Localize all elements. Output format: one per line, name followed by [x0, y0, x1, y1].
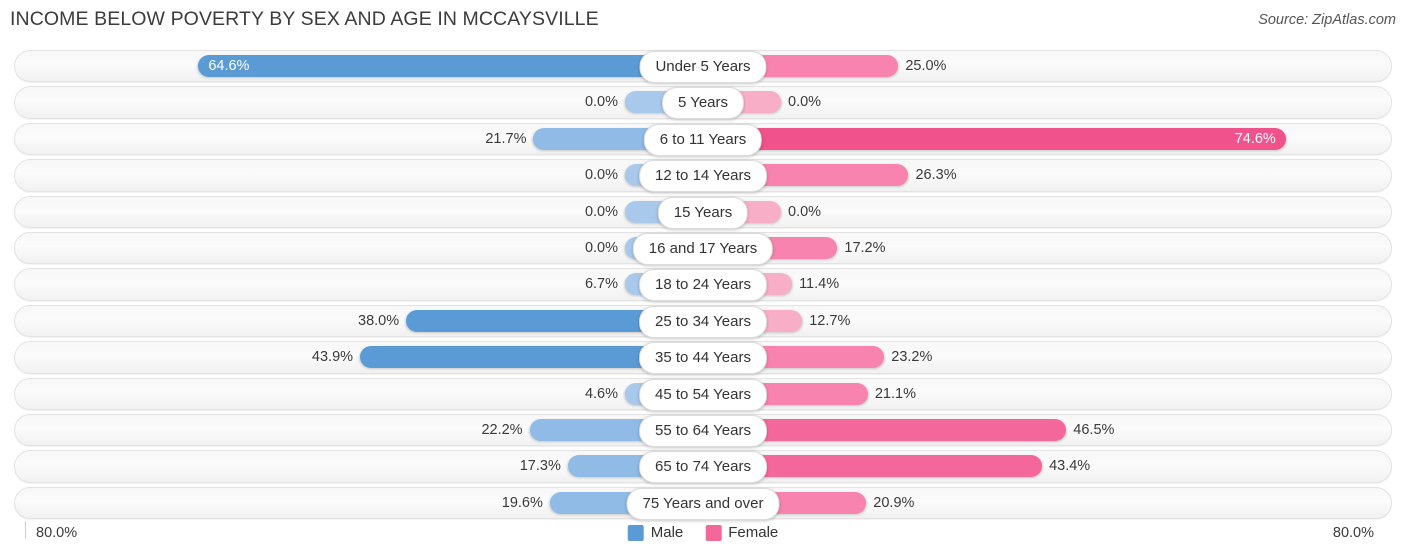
axis-tick-left	[25, 521, 26, 539]
female-bar-area: 43.4%	[703, 455, 1328, 478]
chart-footer: 80.0% Male Female 80.0%	[0, 521, 1406, 559]
chart-row: 22.2% 46.5% 55 to 64 Years	[0, 412, 1406, 448]
male-value-label: 4.6%	[584, 385, 618, 402]
male-bar-area: 0.0%	[78, 236, 703, 259]
female-bar-area: 25.0%	[703, 55, 1328, 77]
legend-label-female: Female	[728, 524, 779, 541]
chart-row: 21.7% 74.6% 6 to 11 Years	[0, 121, 1406, 157]
category-label-pill: 15 Years	[657, 196, 749, 229]
male-bar-area: 17.3%	[78, 455, 703, 478]
chart-row: 0.0% 0.0% 15 Years	[0, 194, 1406, 230]
legend-label-male: Male	[650, 524, 684, 541]
chart-row: 38.0% 12.7% 25 to 34 Years	[0, 303, 1406, 339]
female-bar[interactable]: 74.6%	[703, 127, 1286, 150]
category-label-pill: 65 to 74 Years	[639, 451, 767, 484]
chart-row: 17.3% 43.4% 65 to 74 Years	[0, 448, 1406, 484]
female-value-label: 43.4%	[1049, 458, 1091, 475]
female-bar-area: 21.1%	[703, 382, 1328, 405]
male-bar-area: 64.6%	[78, 55, 703, 77]
axis-label-right: 80.0%	[1332, 525, 1374, 541]
female-bar-area: 0.0%	[703, 200, 1328, 223]
male-value-label: 43.9%	[311, 349, 354, 366]
page-title: INCOME BELOW POVERTY BY SEX AND AGE IN M…	[10, 8, 599, 30]
chart-row: 0.0% 26.3% 12 to 14 Years	[0, 157, 1406, 193]
female-value-label: 20.9%	[873, 494, 915, 511]
chart-row: 0.0% 0.0% 5 Years	[0, 84, 1406, 120]
female-value-label: 26.3%	[915, 167, 957, 184]
category-label-pill: 18 to 24 Years	[639, 269, 767, 302]
female-value-label: 12.7%	[809, 312, 851, 329]
female-bar-area: 0.0%	[703, 91, 1328, 114]
category-label-pill: 16 and 17 Years	[632, 232, 774, 265]
category-label-pill: 55 to 64 Years	[639, 414, 767, 447]
male-bar-area: 0.0%	[78, 91, 703, 114]
male-bar-area: 21.7%	[78, 127, 703, 150]
male-bar[interactable]: 64.6%	[198, 55, 703, 77]
male-bar-area: 0.0%	[78, 200, 703, 223]
male-bar-area: 6.7%	[78, 273, 703, 296]
legend: Male Female	[627, 524, 778, 541]
category-label-pill: 75 Years and over	[626, 487, 780, 520]
female-bar-area: 23.2%	[703, 346, 1328, 369]
female-bar-area: 26.3%	[703, 164, 1328, 187]
male-bar-area: 38.0%	[78, 309, 703, 332]
male-value-label: 38.0%	[358, 312, 400, 329]
chart-row: 43.9% 23.2% 35 to 44 Years	[0, 339, 1406, 375]
legend-swatch-female-icon	[705, 524, 722, 541]
female-bar-area: 20.9%	[703, 491, 1328, 514]
female-value-label: 11.4%	[799, 276, 840, 293]
bar-rows: 64.6% 25.0% Under 5 Years 0.0% 0.0% 5 Years 21…	[0, 48, 1406, 521]
legend-item-male[interactable]: Male	[627, 524, 684, 541]
axis-label-left: 80.0%	[36, 525, 78, 541]
category-label-pill: 5 Years	[661, 87, 745, 120]
category-label-pill: 25 to 34 Years	[639, 305, 767, 338]
female-value-label: 21.1%	[874, 385, 916, 402]
male-value-label: 17.3%	[519, 458, 561, 475]
male-value-label: 0.0%	[584, 203, 618, 220]
female-value-label: 46.5%	[1073, 421, 1115, 438]
chart-header: INCOME BELOW POVERTY BY SEX AND AGE IN M…	[0, 0, 1406, 44]
male-value-label: 0.0%	[584, 239, 618, 256]
female-bar-area: 12.7%	[703, 309, 1328, 332]
source-attribution: Source: ZipAtlas.com	[1258, 12, 1396, 28]
male-bar-area: 4.6%	[78, 382, 703, 405]
female-bar-area: 46.5%	[703, 418, 1328, 441]
legend-swatch-male-icon	[627, 524, 644, 541]
category-label-pill: 35 to 44 Years	[639, 342, 767, 375]
chart-row: 19.6% 20.9% 75 Years and over	[0, 485, 1406, 521]
male-bar-area: 22.2%	[78, 418, 703, 441]
female-bar-area: 74.6%	[703, 127, 1328, 150]
female-value-label: 23.2%	[891, 349, 933, 366]
chart-row: 4.6% 21.1% 45 to 54 Years	[0, 376, 1406, 412]
male-value-label: 19.6%	[501, 494, 543, 511]
male-bar-area: 19.6%	[78, 491, 703, 514]
female-bar-area: 17.2%	[703, 236, 1328, 259]
female-value-label: 17.2%	[844, 239, 886, 256]
male-value-label: 0.0%	[584, 167, 618, 184]
female-value-label: 25.0%	[905, 58, 947, 74]
category-label-pill: 45 to 54 Years	[639, 378, 767, 411]
male-value-label: 64.6%	[208, 58, 250, 74]
male-value-label: 6.7%	[584, 276, 618, 293]
female-bar-area: 11.4%	[703, 273, 1328, 296]
male-bar-area: 0.0%	[78, 164, 703, 187]
male-value-label: 21.7%	[485, 130, 527, 147]
female-value-label: 0.0%	[788, 203, 822, 220]
male-value-label: 22.2%	[481, 421, 523, 438]
category-label-pill: Under 5 Years	[639, 51, 767, 83]
category-label-pill: 12 to 14 Years	[639, 160, 767, 193]
category-label-pill: 6 to 11 Years	[643, 123, 763, 156]
chart-row: 0.0% 17.2% 16 and 17 Years	[0, 230, 1406, 266]
female-value-label: 0.0%	[788, 94, 822, 111]
male-bar-area: 43.9%	[78, 346, 703, 369]
legend-item-female[interactable]: Female	[705, 524, 778, 541]
female-value-label: 74.6%	[1234, 130, 1276, 147]
chart-row: 64.6% 25.0% Under 5 Years	[0, 48, 1406, 84]
chart-row: 6.7% 11.4% 18 to 24 Years	[0, 266, 1406, 302]
male-value-label: 0.0%	[584, 94, 618, 111]
